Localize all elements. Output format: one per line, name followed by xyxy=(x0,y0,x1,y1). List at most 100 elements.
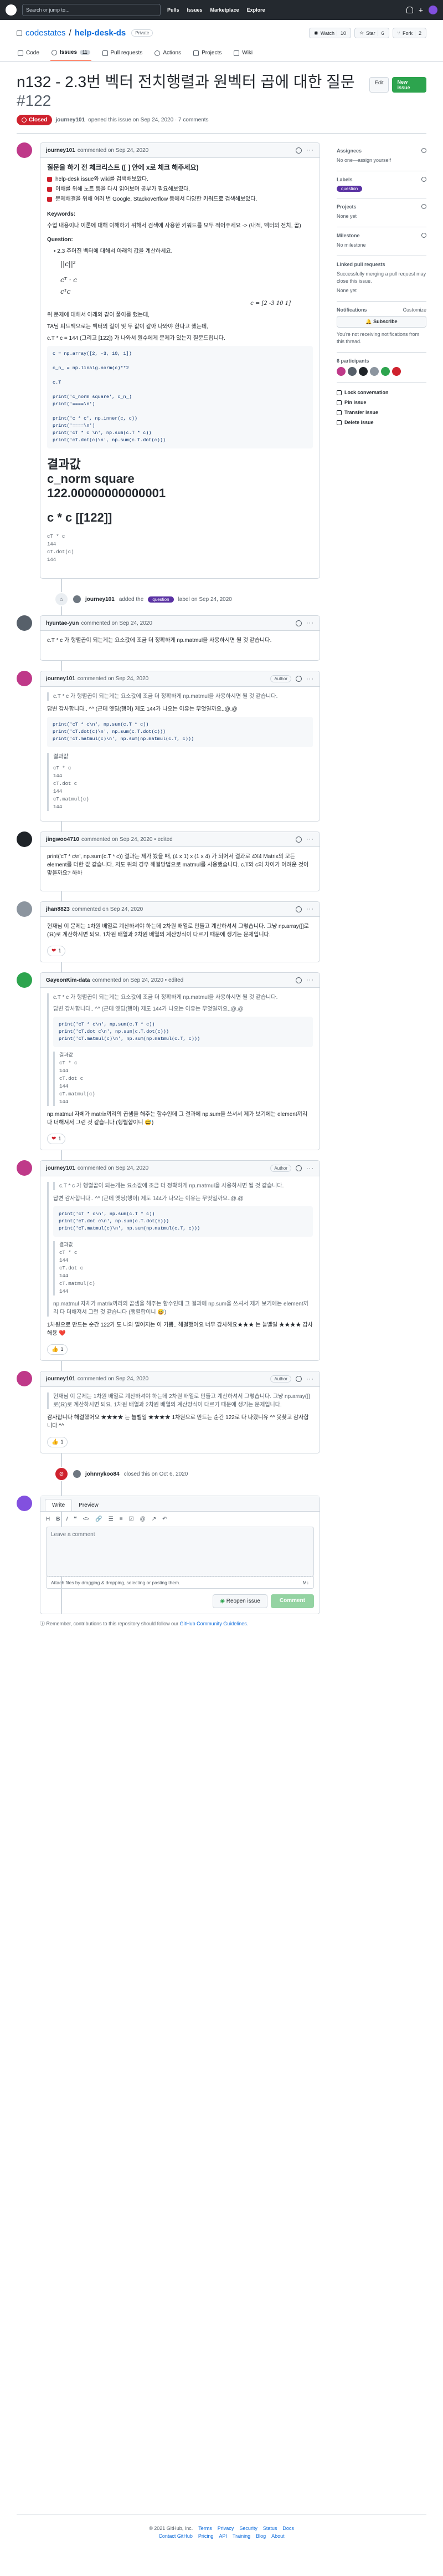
footer-link[interactable]: About xyxy=(271,2533,285,2539)
delete-issue-button[interactable]: Delete issue xyxy=(337,420,426,425)
comment-author[interactable]: GayeonKim-data xyxy=(46,977,90,983)
more-options-icon[interactable]: ··· xyxy=(306,620,314,626)
avatar[interactable] xyxy=(17,615,32,631)
footer-link[interactable]: Security xyxy=(239,2526,257,2531)
footer-link[interactable]: Privacy xyxy=(218,2526,234,2531)
label-badge[interactable]: question xyxy=(337,186,363,192)
reopen-issue-button[interactable]: ◉ Reopen issue xyxy=(213,1594,267,1608)
tab-issues[interactable]: Issues 11 xyxy=(50,46,91,61)
comment-date[interactable]: commented on Sep 24, 2020 • edited xyxy=(81,836,173,843)
nav-issues[interactable]: Issues xyxy=(187,7,203,13)
avatar[interactable] xyxy=(73,1470,81,1478)
cross-reference-icon[interactable]: ↗ xyxy=(152,1516,156,1522)
repo-name-link[interactable]: help-desk-ds xyxy=(75,28,126,38)
nav-explore[interactable]: Explore xyxy=(247,7,265,13)
pin-issue-button[interactable]: Pin issue xyxy=(337,400,426,405)
italic-icon[interactable]: I xyxy=(66,1516,68,1522)
more-options-icon[interactable]: ··· xyxy=(306,676,314,682)
watch-button[interactable]: ◉ Watch 10 xyxy=(308,28,351,38)
tab-wiki[interactable]: Wiki xyxy=(233,46,254,61)
fork-button[interactable]: ⑂ Fork 2 xyxy=(392,28,426,38)
participant-avatar[interactable] xyxy=(337,367,346,376)
avatar[interactable] xyxy=(17,142,32,158)
comment-date[interactable]: commented on Sep 24, 2020 xyxy=(72,906,143,912)
checkbox-checked-icon[interactable] xyxy=(47,197,52,202)
avatar[interactable] xyxy=(17,671,32,686)
repo-owner-link[interactable]: codestates xyxy=(25,28,66,38)
reaction-thumbs-up[interactable]: 👍 1 xyxy=(47,1437,68,1447)
more-options-icon[interactable]: ··· xyxy=(306,906,314,912)
link-icon[interactable]: 🔗 xyxy=(95,1516,102,1522)
comment-textarea[interactable]: Leave a comment xyxy=(46,1527,314,1577)
issue-author-link[interactable]: journey101 xyxy=(55,117,85,123)
add-reaction-icon[interactable] xyxy=(296,147,302,154)
heading-icon[interactable]: H xyxy=(46,1516,50,1522)
tab-pull-requests[interactable]: Pull requests xyxy=(101,46,144,61)
footer-link[interactable]: Pricing xyxy=(198,2533,214,2539)
comment-date[interactable]: commented on Sep 24, 2020 xyxy=(81,620,152,626)
tab-write[interactable]: Write xyxy=(45,1499,73,1511)
gear-icon[interactable] xyxy=(421,233,426,238)
subscribe-button[interactable]: 🔔 Subscribe xyxy=(337,316,426,328)
avatar[interactable] xyxy=(73,595,81,603)
markdown-icon[interactable]: M↓ xyxy=(303,1580,309,1585)
search-input[interactable]: Search or jump to... xyxy=(22,4,161,16)
more-options-icon[interactable]: ··· xyxy=(306,1165,314,1172)
comment-date[interactable]: commented on Sep 24, 2020 xyxy=(78,147,148,154)
saved-replies-icon[interactable]: ↶ xyxy=(162,1516,167,1522)
more-options-icon[interactable]: ··· xyxy=(306,977,314,983)
avatar[interactable] xyxy=(17,832,32,847)
customize-link[interactable]: Customize xyxy=(403,307,426,313)
quote-icon[interactable]: ❝ xyxy=(74,1516,76,1522)
tab-projects[interactable]: Projects xyxy=(192,46,223,61)
add-reaction-icon[interactable] xyxy=(296,836,302,843)
avatar[interactable] xyxy=(17,901,32,917)
comment-author[interactable]: journey101 xyxy=(46,147,75,154)
add-reaction-icon[interactable] xyxy=(296,1165,302,1171)
participant-avatar[interactable] xyxy=(359,367,368,376)
mention-icon[interactable]: @ xyxy=(140,1516,146,1522)
comment-author[interactable]: jhan8823 xyxy=(46,906,70,912)
attach-files-area[interactable]: Attach files by dragging & dropping, sel… xyxy=(46,1577,314,1589)
participant-avatar[interactable] xyxy=(348,367,357,376)
checkbox-checked-icon[interactable] xyxy=(47,187,52,192)
add-reaction-icon[interactable] xyxy=(296,906,302,912)
avatar[interactable] xyxy=(17,1160,32,1176)
participant-avatar[interactable] xyxy=(392,367,401,376)
comment-date[interactable]: commented on Sep 24, 2020 xyxy=(78,1165,148,1171)
tab-preview[interactable]: Preview xyxy=(72,1499,105,1511)
gear-icon[interactable] xyxy=(421,148,426,153)
more-options-icon[interactable]: ··· xyxy=(306,1376,314,1383)
participant-avatar[interactable] xyxy=(381,367,390,376)
comment-date[interactable]: commented on Sep 24, 2020 xyxy=(78,676,148,682)
gear-icon[interactable] xyxy=(421,204,426,209)
edit-title-button[interactable]: Edit xyxy=(369,77,389,93)
footer-link[interactable]: Training xyxy=(233,2533,250,2539)
user-avatar[interactable] xyxy=(429,6,437,14)
add-reaction-icon[interactable] xyxy=(296,1376,302,1382)
comment-author[interactable]: hyuntae-yun xyxy=(46,620,79,626)
comment-author[interactable]: jingwoo4710 xyxy=(46,836,79,843)
create-new-plus-icon[interactable]: + xyxy=(419,6,423,14)
avatar[interactable] xyxy=(17,1371,32,1386)
guidelines-link[interactable]: GitHub Community Guidelines. xyxy=(180,1621,249,1626)
tab-actions[interactable]: Actions xyxy=(153,46,182,61)
star-button[interactable]: ☆ Star 6 xyxy=(354,28,389,38)
assign-yourself-link[interactable]: No one—assign yourself xyxy=(337,157,426,164)
event-actor[interactable]: johnnykoo84 xyxy=(85,1471,120,1477)
footer-link[interactable]: API xyxy=(219,2533,227,2539)
bulleted-list-icon[interactable]: ☰ xyxy=(109,1516,114,1522)
code-icon[interactable]: <> xyxy=(83,1516,90,1522)
comment-author[interactable]: journey101 xyxy=(46,1376,75,1382)
comment-author[interactable]: journey101 xyxy=(46,676,75,682)
add-reaction-icon[interactable] xyxy=(296,977,302,983)
gear-icon[interactable] xyxy=(421,177,426,182)
notifications-bell-icon[interactable] xyxy=(406,7,413,13)
task-list-icon[interactable]: ☑ xyxy=(129,1516,134,1522)
add-reaction-icon[interactable] xyxy=(296,620,302,626)
comment-date[interactable]: commented on Sep 24, 2020 • edited xyxy=(92,977,183,983)
add-reaction-icon[interactable] xyxy=(296,676,302,682)
footer-link[interactable]: Contact GitHub xyxy=(158,2533,193,2539)
tab-code[interactable]: Code xyxy=(17,46,40,61)
event-actor[interactable]: journey101 xyxy=(85,596,115,603)
